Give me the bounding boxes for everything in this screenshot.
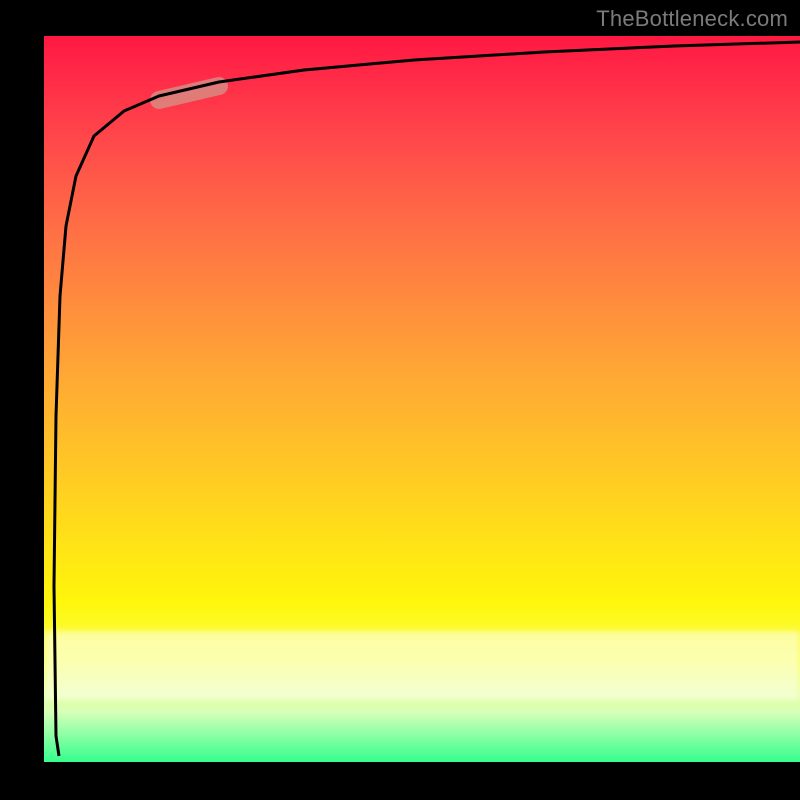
- curve-layer: [44, 36, 800, 762]
- curve-line: [54, 42, 800, 756]
- chart-frame: TheBottleneck.com: [0, 0, 800, 800]
- attribution-text: TheBottleneck.com: [596, 6, 788, 32]
- plot-area: [44, 36, 800, 762]
